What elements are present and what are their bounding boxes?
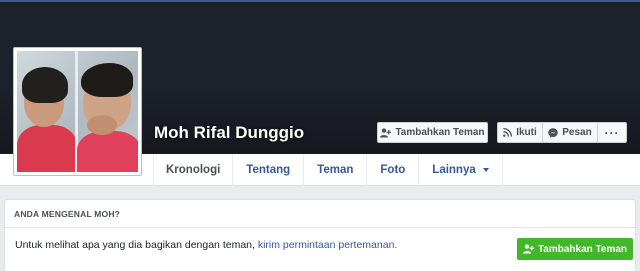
add-friend-icon xyxy=(522,244,534,254)
follow-button[interactable]: Ikuti xyxy=(497,122,543,143)
add-friend-button-green[interactable]: Tambahkan Teman xyxy=(517,238,633,260)
tab-foto[interactable]: Foto xyxy=(367,154,420,186)
avatar-hair-right xyxy=(81,63,133,97)
tab-teman[interactable]: Teman xyxy=(304,154,368,186)
avatar-shirt-right xyxy=(77,131,138,172)
send-friend-request-link[interactable]: kirim permintaan pertemanan. xyxy=(258,239,397,251)
more-icon: ··· xyxy=(604,125,620,140)
profile-name[interactable]: Moh Rifal Dunggio xyxy=(154,123,304,143)
follow-label: Ikuti xyxy=(516,127,537,138)
add-friend-label: Tambahkan Teman xyxy=(395,127,485,138)
tab-lainnya[interactable]: Lainnya xyxy=(419,154,503,186)
messenger-icon xyxy=(548,127,558,138)
tab-label: Lainnya xyxy=(432,164,476,176)
tab-label: Kronologi xyxy=(166,164,221,176)
add-friend-button[interactable]: Tambahkan Teman xyxy=(377,122,488,143)
tab-label: Foto xyxy=(380,164,406,176)
caret-down-icon xyxy=(482,168,489,172)
tab-tentang[interactable]: Tentang xyxy=(233,154,305,186)
profile-action-group: Ikuti Pesan ··· xyxy=(497,122,627,143)
tab-kronologi[interactable]: Kronologi xyxy=(153,154,234,186)
follow-icon xyxy=(503,128,513,137)
add-friend-green-label: Tambahkan Teman xyxy=(537,243,628,255)
avatar-shirt-left xyxy=(17,125,77,172)
card-text-prefix: Untuk melihat apa yang dia bagikan denga… xyxy=(15,239,255,251)
add-friend-icon xyxy=(380,127,392,137)
profile-tabs: Kronologi Tentang Teman Foto Lainnya xyxy=(153,154,503,186)
know-person-card: ANDA MENGENAL MOH? Untuk melihat apa yan… xyxy=(4,199,636,271)
message-button[interactable]: Pesan xyxy=(542,122,598,143)
card-heading: ANDA MENGENAL MOH? xyxy=(5,200,635,228)
profile-picture[interactable] xyxy=(13,47,142,176)
card-body: Untuk melihat apa yang dia bagikan denga… xyxy=(5,228,635,271)
message-label: Pesan xyxy=(562,127,592,138)
avatar-hair-left xyxy=(22,67,68,103)
avatar-hand xyxy=(87,115,117,135)
tab-label: Teman xyxy=(317,164,354,176)
card-message: Untuk melihat apa yang dia bagikan denga… xyxy=(15,239,397,251)
tab-label: Tentang xyxy=(246,164,291,176)
avatar xyxy=(17,51,138,172)
more-options-button[interactable]: ··· xyxy=(597,122,627,143)
